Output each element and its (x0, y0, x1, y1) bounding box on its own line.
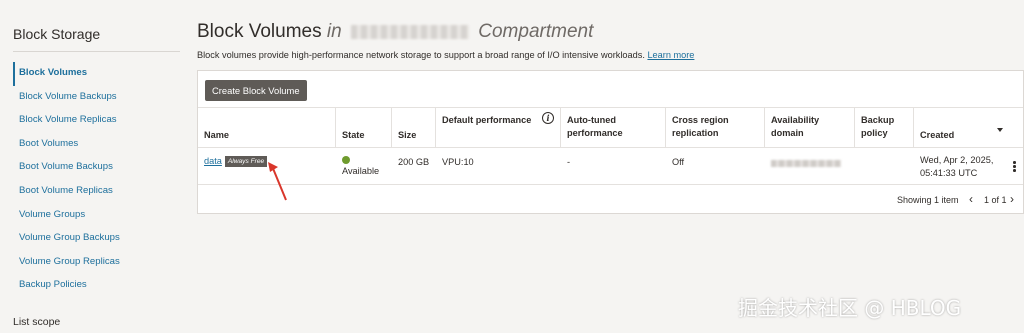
column-header-default-performance[interactable]: Default performance i (436, 108, 561, 147)
column-header-availability-domain[interactable]: Availability domain (765, 108, 855, 147)
page-title: Block Volumes in Compartment (197, 21, 593, 43)
volumes-table-card: Create Block Volume Name State Size Defa… (197, 70, 1024, 214)
availability-domain-redacted (771, 160, 841, 167)
page-title-in: in (326, 21, 342, 42)
column-header-cross-region[interactable]: Cross region replication (666, 108, 765, 147)
created-date: Wed, Apr 2, 2025, (920, 154, 994, 165)
chevron-right-icon[interactable]: › (1010, 192, 1014, 206)
column-header-cross-region-label: Cross region replication (672, 115, 729, 138)
volume-name-link[interactable]: data (204, 156, 222, 166)
info-icon[interactable]: i (542, 112, 554, 124)
column-header-created-label: Created (920, 129, 955, 140)
column-header-size-label: Size (398, 129, 417, 140)
cell-state: Available (336, 148, 392, 185)
watermark: 掘金技术社区 @ HBLOG (738, 296, 962, 320)
column-header-backup-policy[interactable]: Backup policy (855, 108, 914, 147)
cell-cross-region: Off (672, 157, 685, 167)
sidebar-item-block-volume-backups[interactable]: Block Volume Backups (13, 86, 180, 110)
table-footer: Showing 1 item ‹ 1 of 1 › (198, 189, 1023, 211)
state-label: Available (342, 166, 380, 176)
cell-default-performance: VPU:10 (442, 157, 474, 167)
column-header-name-label: Name (204, 129, 230, 140)
create-block-volume-button[interactable]: Create Block Volume (205, 80, 307, 101)
page-indicator: 1 of 1 (984, 195, 1007, 205)
sidebar-nav: Block Volumes Block Volume Backups Block… (13, 62, 180, 298)
column-header-default-performance-label: Default performance (442, 115, 532, 125)
always-free-badge: Always Free (224, 156, 268, 167)
column-header-created[interactable]: Created (914, 108, 1023, 147)
cell-availability-domain (765, 148, 855, 185)
column-header-auto-tuned-label: Auto-tuned performance (567, 115, 623, 138)
page-title-suffix: Compartment (478, 21, 594, 42)
compartment-name-redacted (350, 24, 469, 39)
page-description: Block volumes provide high-performance n… (197, 50, 694, 60)
cell-created: Wed, Apr 2, 2025, 05:41:33 UTC (914, 148, 1014, 185)
column-header-state[interactable]: State (336, 108, 392, 147)
sidebar: Block Storage Block Volumes Block Volume… (0, 0, 180, 333)
annotation-arrow-icon (268, 162, 287, 201)
table-header: Name State Size Default performance i Au… (198, 107, 1023, 148)
column-header-state-label: State (342, 129, 365, 140)
cell-size: 200 GB (398, 157, 430, 167)
showing-count: Showing 1 item (897, 195, 959, 205)
sort-descending-icon[interactable] (997, 128, 1003, 132)
learn-more-link[interactable]: Learn more (647, 50, 694, 60)
sidebar-item-boot-volumes[interactable]: Boot Volumes (13, 133, 180, 157)
sidebar-item-volume-group-backups[interactable]: Volume Group Backups (13, 227, 180, 251)
sidebar-item-backup-policies[interactable]: Backup Policies (13, 274, 180, 298)
row-actions-menu-icon[interactable] (1013, 161, 1016, 172)
sidebar-title: Block Storage (13, 26, 101, 42)
sidebar-divider (13, 51, 180, 52)
description-text: Block volumes provide high-performance n… (197, 50, 645, 60)
table-row: data Always Free Available 200 GB VPU:10… (198, 148, 1023, 185)
sidebar-item-volume-group-replicas[interactable]: Volume Group Replicas (13, 251, 180, 275)
chevron-left-icon[interactable]: ‹ (969, 192, 973, 206)
available-status-icon (342, 156, 350, 164)
sidebar-item-boot-volume-replicas[interactable]: Boot Volume Replicas (13, 180, 180, 204)
sidebar-item-volume-groups[interactable]: Volume Groups (13, 204, 180, 228)
created-time: 05:41:33 UTC (920, 167, 978, 178)
column-header-auto-tuned[interactable]: Auto-tuned performance (561, 108, 666, 147)
sidebar-item-block-volumes[interactable]: Block Volumes (13, 62, 180, 86)
cell-auto-tuned: - (567, 157, 571, 167)
sidebar-item-boot-volume-backups[interactable]: Boot Volume Backups (13, 156, 180, 180)
column-header-name[interactable]: Name (198, 108, 336, 147)
sidebar-item-block-volume-replicas[interactable]: Block Volume Replicas (13, 109, 180, 133)
cell-backup-policy (855, 148, 914, 185)
page-title-main: Block Volumes (197, 21, 322, 42)
column-header-availability-domain-label: Availability domain (771, 115, 820, 138)
column-header-size[interactable]: Size (392, 108, 436, 147)
column-header-backup-policy-label: Backup policy (861, 115, 895, 138)
list-scope-heading: List scope (13, 316, 61, 328)
